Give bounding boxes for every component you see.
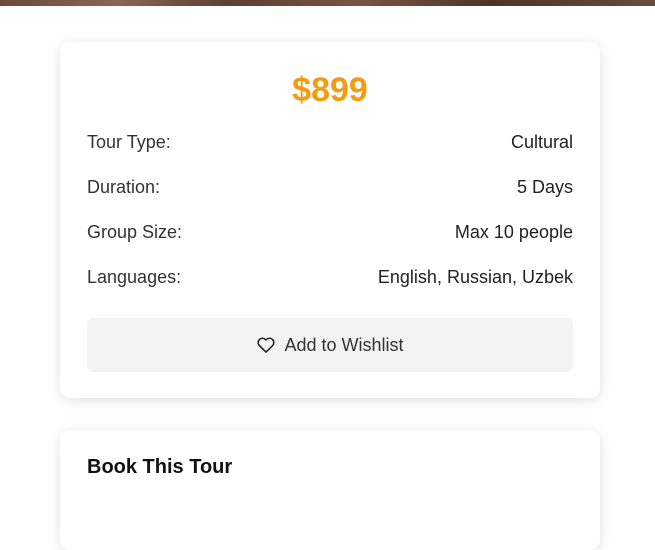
detail-value: Cultural: [510, 131, 573, 152]
detail-value: 5 Days: [516, 176, 573, 197]
tour-price: $899: [292, 71, 368, 109]
detail-row-tour-type: Tour Type: Cultural: [87, 130, 573, 154]
detail-row-group-size: Group Size: Max 10 people: [87, 220, 573, 244]
booking-title: Book This Tour: [87, 456, 233, 478]
detail-label: Group Size:: [87, 221, 183, 242]
detail-row-languages: Languages: English, Russian, Uzbek: [87, 265, 573, 289]
detail-label: Duration:: [87, 176, 161, 197]
heart-icon: [257, 337, 276, 353]
tour-pricing-card: $899 Tour Type: Cultural Duration: 5 Day…: [60, 42, 600, 398]
detail-label: Languages:: [87, 266, 182, 287]
add-to-wishlist-button[interactable]: Add to Wishlist: [87, 318, 573, 372]
detail-value: Max 10 people: [454, 221, 573, 242]
wishlist-label: Add to Wishlist: [284, 334, 404, 355]
detail-row-duration: Duration: 5 Days: [87, 175, 573, 199]
detail-value: English, Russian, Uzbek: [377, 266, 573, 287]
hero-image-strip: [0, 0, 655, 6]
detail-label: Tour Type:: [87, 131, 171, 152]
booking-card: Book This Tour: [60, 430, 600, 550]
